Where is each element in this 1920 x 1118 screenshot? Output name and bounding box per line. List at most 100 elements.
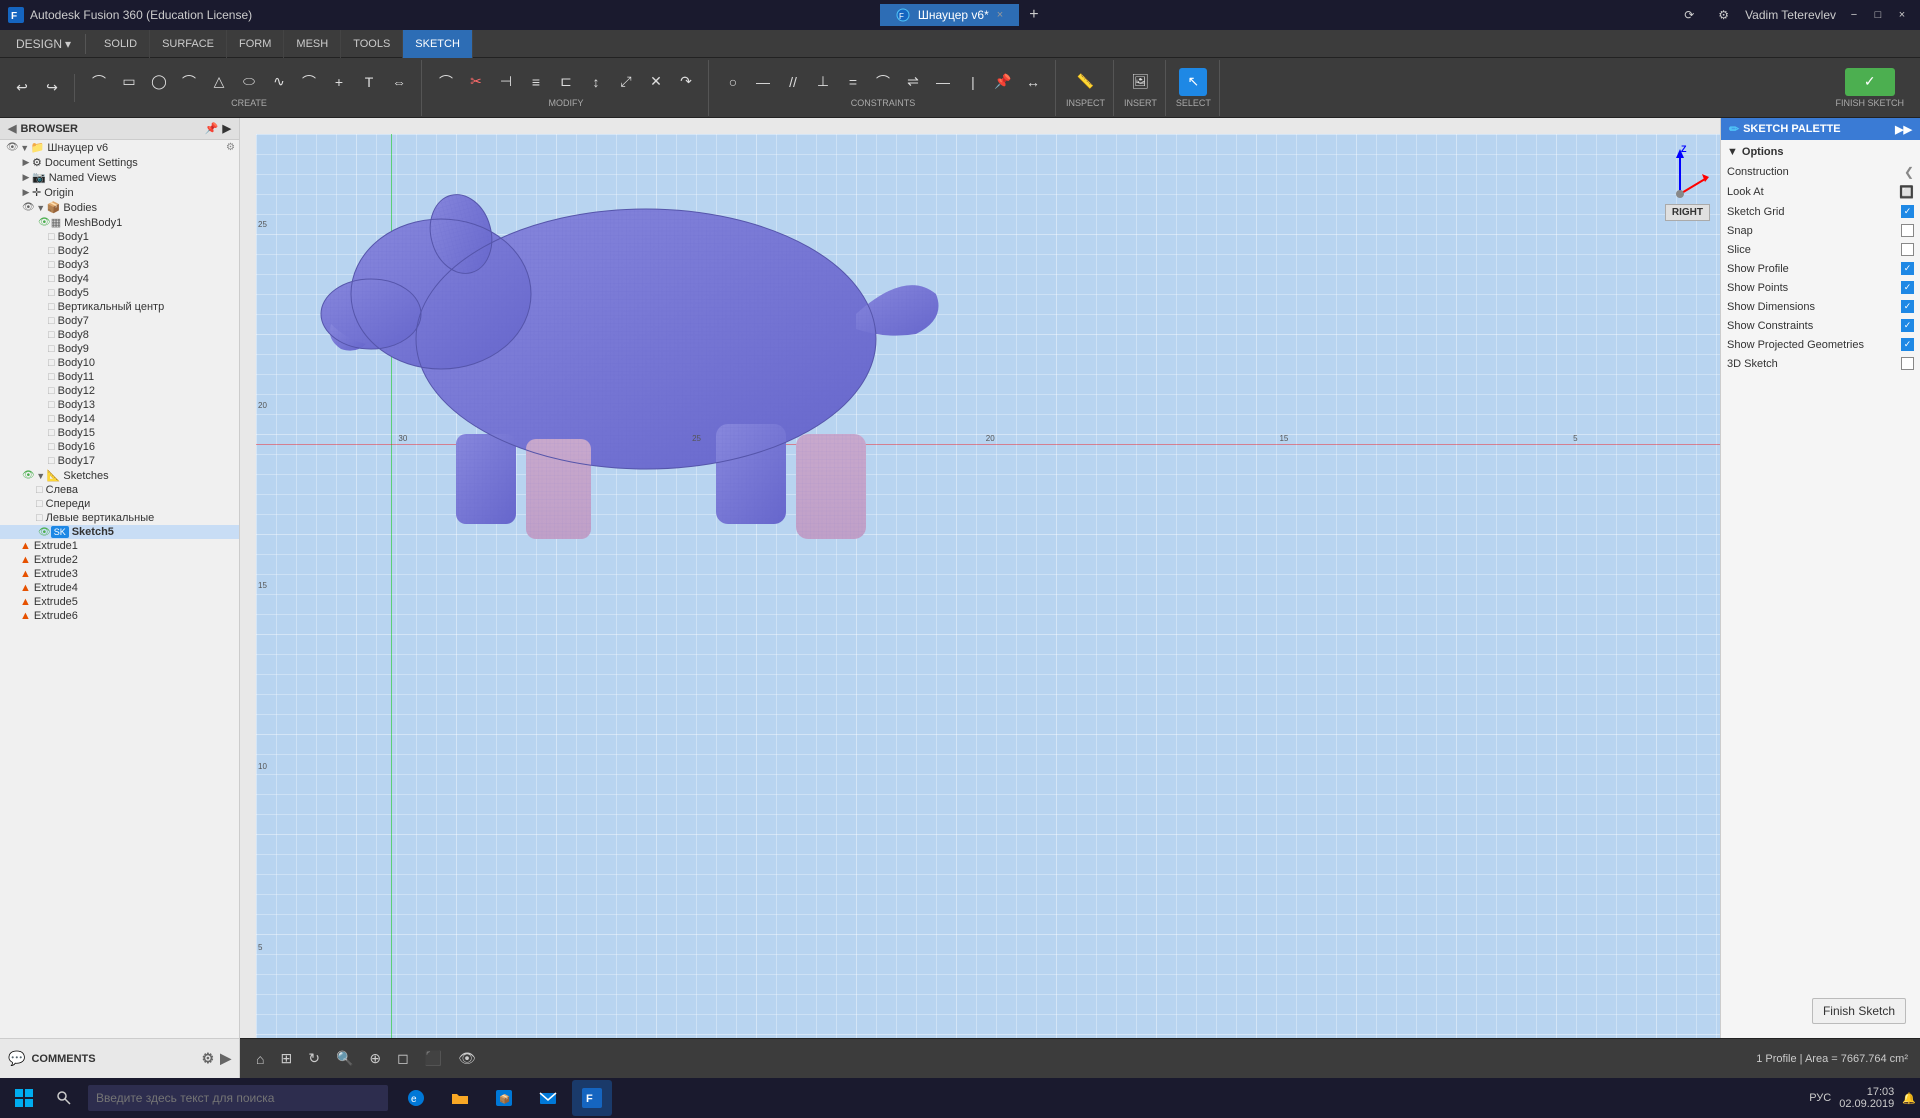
perp-tool[interactable]: ⊥ xyxy=(809,68,837,96)
workspace-surface[interactable]: SURFACE xyxy=(150,30,227,58)
taskbar-notif-btn[interactable]: 🔔 xyxy=(1902,1092,1916,1105)
tree-body8[interactable]: □Body8 xyxy=(0,328,239,342)
tab-close-btn[interactable]: × xyxy=(997,9,1003,21)
tree-arrow-origin[interactable]: ▶ xyxy=(20,187,32,198)
tree-arrow-views[interactable]: ▶ xyxy=(20,172,32,183)
tree-gear-root[interactable]: ⚙ xyxy=(226,142,235,153)
tree-named-views[interactable]: ▶ 📷 Named Views xyxy=(0,170,239,185)
tree-arrow-bodies[interactable]: ▼ xyxy=(35,203,47,213)
offset-tool[interactable]: ⊏ xyxy=(552,68,580,96)
nav-icon-grid[interactable]: ⊞ xyxy=(276,1048,296,1069)
tree-extrude6[interactable]: ▲Extrude6 xyxy=(0,609,239,623)
taskbar-folder-btn[interactable] xyxy=(440,1080,480,1116)
tree-origin[interactable]: ▶ ✛ Origin xyxy=(0,185,239,200)
horiz-tool[interactable]: — xyxy=(929,68,957,96)
tree-meshbody1[interactable]: 👁 ▦ MeshBody1 xyxy=(0,215,239,230)
tree-vert-center[interactable]: □Вертикальный центр xyxy=(0,300,239,314)
break-tool[interactable]: ≡ xyxy=(522,68,550,96)
tree-eye-root[interactable]: 👁 xyxy=(6,142,19,153)
search-btn[interactable] xyxy=(44,1080,84,1116)
fillet-tool[interactable]: ⌒ xyxy=(432,68,460,96)
minimize-btn[interactable]: − xyxy=(1844,5,1864,25)
tree-body13[interactable]: □Body13 xyxy=(0,398,239,412)
tree-body14[interactable]: □Body14 xyxy=(0,412,239,426)
ellipse-tool[interactable]: ⬭ xyxy=(235,68,263,96)
workspace-form[interactable]: FORM xyxy=(227,30,284,58)
select-tool[interactable]: ↖ xyxy=(1179,68,1207,96)
tree-extrude1[interactable]: ▲Extrude1 xyxy=(0,539,239,553)
stretch-tool[interactable]: ⤢ xyxy=(612,68,640,96)
arc-tool[interactable]: ⌒ xyxy=(175,68,203,96)
tree-body16[interactable]: □Body16 xyxy=(0,440,239,454)
point-tool[interactable]: + xyxy=(325,68,353,96)
tree-body9[interactable]: □Body9 xyxy=(0,342,239,356)
tree-extrude5[interactable]: ▲Extrude5 xyxy=(0,595,239,609)
polygon-tool[interactable]: △ xyxy=(205,68,233,96)
tree-sketch-sleva[interactable]: □Слева xyxy=(0,483,239,497)
tree-body11[interactable]: □Body11 xyxy=(0,370,239,384)
workspace-sketch[interactable]: SKETCH xyxy=(403,30,473,58)
start-btn[interactable] xyxy=(4,1080,44,1116)
tree-body3[interactable]: □Body3 xyxy=(0,258,239,272)
checkbox-constraints[interactable]: ✓ xyxy=(1901,319,1914,332)
palette-expand-btn[interactable]: ▶▶ xyxy=(1895,123,1912,136)
workspace-solid[interactable]: SOLID xyxy=(92,30,150,58)
nav-icon-zoom[interactable]: 🔍 xyxy=(332,1048,357,1069)
tree-eye-mesh[interactable]: 👁 xyxy=(38,217,51,228)
tree-arrow-doc[interactable]: ▶ xyxy=(20,157,32,168)
workspace-tools[interactable]: TOOLS xyxy=(341,30,403,58)
taskbar-search-input[interactable] xyxy=(88,1085,388,1111)
finish-sketch-tool-btn[interactable]: ✓ xyxy=(1845,68,1895,96)
tree-sketches[interactable]: 👁 ▼ 📐 Sketches xyxy=(0,468,239,483)
taskbar-mail-btn[interactable] xyxy=(528,1080,568,1116)
workspace-mesh[interactable]: MESH xyxy=(284,30,341,58)
checkbox-projected[interactable]: ✓ xyxy=(1901,338,1914,351)
tree-body4[interactable]: □Body4 xyxy=(0,272,239,286)
spline-tool[interactable]: ∿ xyxy=(265,68,293,96)
scale-tool[interactable]: ↕ xyxy=(582,68,610,96)
coinc-tool[interactable]: ○ xyxy=(719,68,747,96)
conic-tool[interactable]: ⌒ xyxy=(295,68,323,96)
tree-body17[interactable]: □Body17 xyxy=(0,454,239,468)
collinear-tool[interactable]: — xyxy=(749,68,777,96)
fix-tool[interactable]: 📌 xyxy=(989,68,1017,96)
tree-body2[interactable]: □Body2 xyxy=(0,244,239,258)
comments-expand-btn[interactable]: ▶ xyxy=(220,1050,231,1067)
checkbox-slice[interactable] xyxy=(1901,243,1914,256)
tree-arrow-sketches[interactable]: ▼ xyxy=(35,471,47,481)
checkbox-profile[interactable]: ✓ xyxy=(1901,262,1914,275)
taskbar-fusion-btn[interactable]: F xyxy=(572,1080,612,1116)
tree-eye-sketches[interactable]: 👁 xyxy=(22,470,35,481)
mirror-tool[interactable]: ⇔ xyxy=(385,68,413,96)
section-arrow[interactable]: ▼ xyxy=(1727,146,1738,158)
trim-tool[interactable]: ✂ xyxy=(462,68,490,96)
extend-tool[interactable]: ⊣ xyxy=(492,68,520,96)
finish-sketch-btn[interactable]: Finish Sketch xyxy=(1812,998,1906,1024)
tree-eye-bodies[interactable]: 👁 xyxy=(22,202,35,213)
new-tab-btn[interactable]: + xyxy=(1019,2,1048,28)
tree-body10[interactable]: □Body10 xyxy=(0,356,239,370)
browser-expand-btn[interactable]: ▶ xyxy=(223,122,231,135)
redo-btn[interactable]: ↪ xyxy=(38,74,66,102)
tree-extrude3[interactable]: ▲Extrude3 xyxy=(0,567,239,581)
copy-tool[interactable]: ↷ xyxy=(672,68,700,96)
checkbox-points[interactable]: ✓ xyxy=(1901,281,1914,294)
checkbox-grid[interactable]: ✓ xyxy=(1901,205,1914,218)
tree-sketch-levye[interactable]: □Левые вертикальные xyxy=(0,511,239,525)
tree-eye-sk5[interactable]: 👁 xyxy=(38,527,51,538)
nav-btn-2[interactable]: ⚙ xyxy=(1710,6,1737,24)
text-tool[interactable]: T xyxy=(355,68,383,96)
maximize-btn[interactable]: □ xyxy=(1868,5,1888,25)
tree-body12[interactable]: □Body12 xyxy=(0,384,239,398)
tree-sketch-spereди[interactable]: □Спереди xyxy=(0,497,239,511)
browser-collapse-btn[interactable]: ◀ xyxy=(8,122,16,135)
tree-body15[interactable]: □Body15 xyxy=(0,426,239,440)
line-tool[interactable]: ⌒ xyxy=(85,68,113,96)
dim-tool[interactable]: ↔ xyxy=(1019,68,1047,96)
inspect-tool[interactable]: 📏 xyxy=(1072,68,1100,96)
taskbar-edge-btn[interactable]: e xyxy=(396,1080,436,1116)
insert-img-tool[interactable]: 🖼 xyxy=(1126,68,1154,96)
parallel-tool[interactable]: // xyxy=(779,68,807,96)
circle-tool[interactable]: ◯ xyxy=(145,68,173,96)
undo-btn[interactable]: ↩ xyxy=(8,74,36,102)
